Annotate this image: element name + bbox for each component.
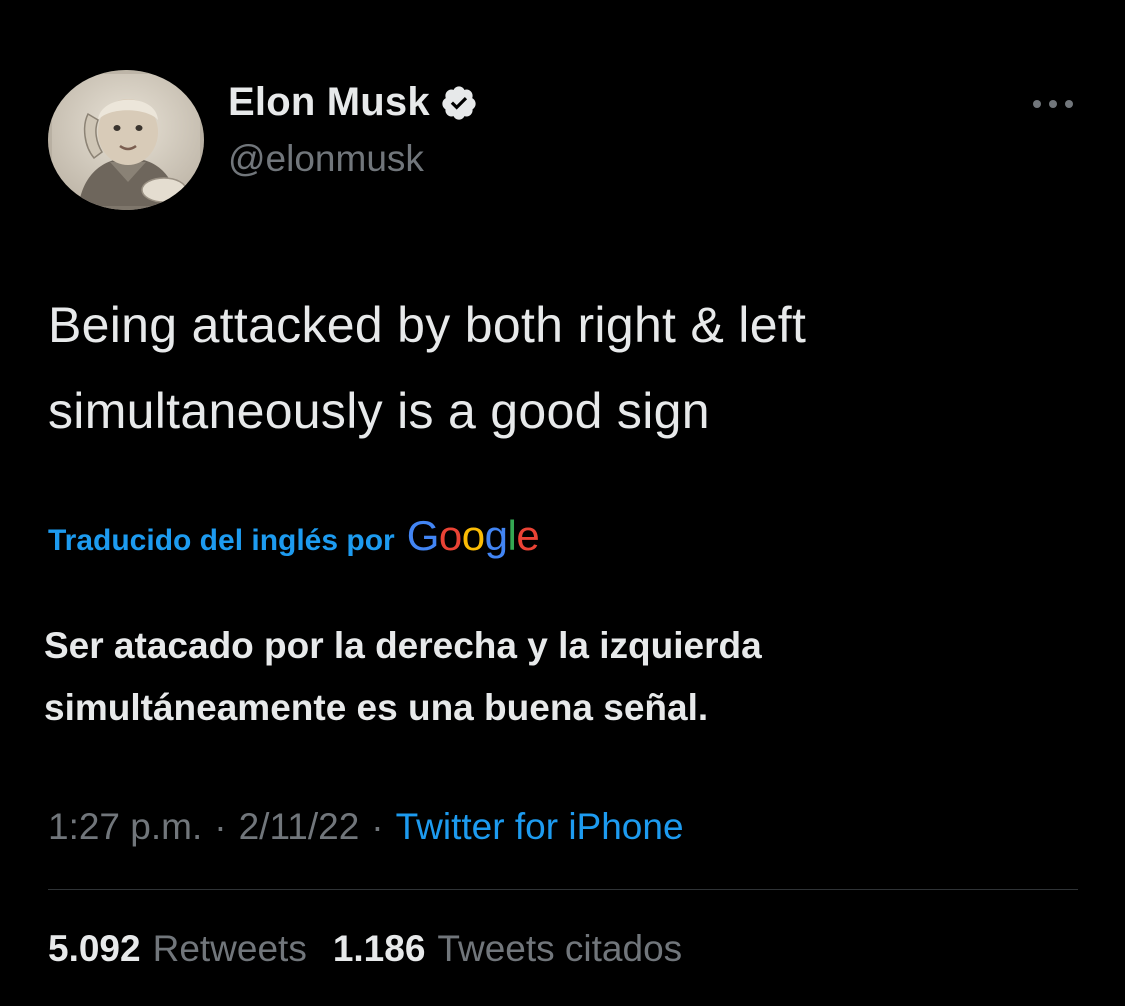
- meta-separator: ·: [214, 806, 227, 847]
- avatar[interactable]: [48, 70, 204, 210]
- tweet-text: Being attacked by both right & left simu…: [48, 282, 1088, 454]
- tweet-meta: 1:27 p.m. · 2/11/22 · Twitter for iPhone: [48, 806, 684, 848]
- divider: [48, 889, 1078, 890]
- quote-tweets-count: 1.186: [332, 928, 426, 969]
- tweet-time[interactable]: 1:27 p.m.: [48, 806, 202, 848]
- author-name-row: Elon Musk: [228, 80, 478, 125]
- google-logo-letter: g: [484, 512, 508, 559]
- google-logo-letter: G: [406, 512, 440, 559]
- retweets-stat[interactable]: 5.092 Retweets: [48, 928, 307, 970]
- translated-by-link[interactable]: Traducido del inglés por Google: [48, 512, 540, 560]
- author-handle[interactable]: @elonmusk: [228, 138, 424, 180]
- verified-badge-icon[interactable]: [440, 84, 478, 122]
- meta-separator: ·: [371, 806, 384, 847]
- tweet-card: Elon Musk @elonmusk Being attacked by bo…: [0, 0, 1125, 1006]
- google-logo: Google: [406, 512, 540, 560]
- tweet-text-line: Being attacked by both right & left: [48, 297, 807, 353]
- retweets-count: 5.092: [48, 928, 141, 969]
- tweet-date[interactable]: 2/11/22: [239, 806, 360, 848]
- translated-text: Ser atacado por la derecha y la izquierd…: [44, 615, 1084, 739]
- avatar-photo: [48, 70, 204, 210]
- google-logo-letter: o: [461, 512, 485, 559]
- google-logo-letter: l: [507, 512, 517, 559]
- translated-text-line: simultáneamente es una buena señal.: [44, 687, 709, 728]
- author-display-name[interactable]: Elon Musk: [228, 80, 430, 125]
- google-logo-letter: o: [438, 512, 462, 559]
- tweet-text-line: simultaneously is a good sign: [48, 383, 710, 439]
- more-options-icon[interactable]: [1028, 90, 1078, 118]
- google-logo-letter: e: [516, 512, 540, 559]
- tweet-source-link[interactable]: Twitter for iPhone: [396, 806, 684, 848]
- retweets-label: Retweets: [152, 928, 307, 969]
- translated-text-line: Ser atacado por la derecha y la izquierd…: [44, 625, 762, 666]
- quote-tweets-label: Tweets citados: [437, 928, 683, 969]
- translated-by-label: Traducido del inglés por: [48, 524, 395, 557]
- quote-tweets-stat[interactable]: 1.186 Tweets citados: [333, 928, 682, 970]
- tweet-stats: 5.092 Retweets 1.186 Tweets citados: [48, 928, 682, 970]
